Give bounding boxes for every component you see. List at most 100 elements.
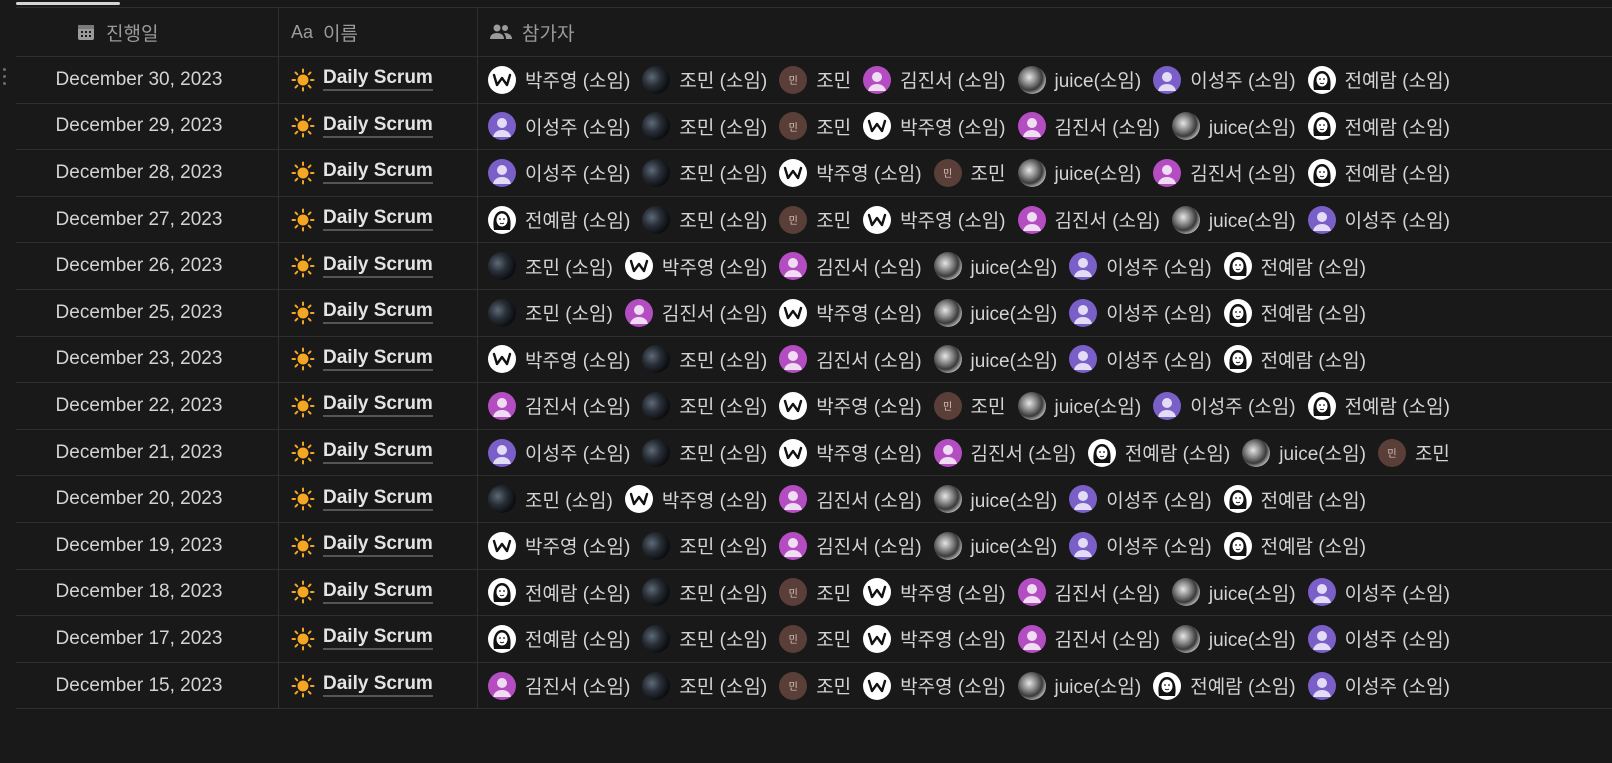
participant-tag[interactable]: 민 조민 [779, 671, 851, 700]
participant-tag[interactable]: 박주영 (소임) [488, 65, 630, 94]
participant-tag[interactable]: 전예람 (소임) [1307, 158, 1450, 187]
participants-cell[interactable]: 전예람 (소임) 조민 (소임) 민 조민 박주영 (소임) 김진서 (소임) juice(… [478, 197, 1612, 243]
participant-tag[interactable]: 김진서 (소임) [1017, 578, 1160, 607]
name-cell[interactable]: Daily Scrum [279, 196, 478, 243]
name-cell[interactable]: Daily Scrum [279, 243, 478, 289]
participant-tag[interactable]: juice(소임) [1171, 205, 1296, 234]
participant-tag[interactable]: 이성주 (소임) [1153, 391, 1296, 420]
name-cell[interactable]: Daily Scrum [279, 616, 478, 662]
participant-tag[interactable]: 김진서 (소임) [1017, 112, 1160, 141]
participant-tag[interactable]: 전예람 (소임) [488, 578, 630, 607]
column-header-date[interactable]: 진행일 [16, 8, 279, 56]
participant-tag[interactable]: 박주영 (소임) [863, 578, 1006, 607]
date-cell[interactable]: December 19, 2023 [16, 522, 279, 569]
page-title-link[interactable]: Daily Scrum [323, 208, 433, 232]
table-row[interactable]: December 23, 2023 Daily Scrum 박주영 (소임) 조민 (… [16, 336, 1612, 384]
participant-tag[interactable]: 조민 (소임) [642, 671, 767, 700]
participant-tag[interactable]: 전예람 (소임) [1307, 391, 1450, 420]
participant-tag[interactable]: 이성주 (소임) [1307, 578, 1450, 607]
participant-tag[interactable]: 이성주 (소임) [1069, 345, 1212, 374]
name-cell[interactable]: Daily Scrum [279, 383, 478, 429]
participant-tag[interactable]: 박주영 (소임) [863, 112, 1006, 141]
column-header-participants[interactable]: 참가자 [478, 8, 1612, 56]
page-title-link[interactable]: Daily Scrum [323, 580, 433, 604]
participant-tag[interactable]: 김진서 (소임) [863, 65, 1006, 94]
participant-tag[interactable]: juice(소임) [1171, 112, 1296, 141]
participant-tag[interactable]: 민 조민 [779, 205, 851, 234]
date-cell[interactable]: December 27, 2023 [16, 196, 279, 243]
participants-cell[interactable]: 박주영 (소임) 조민 (소임) 민 조민 김진서 (소임) juice(소임) 이성주 (… [478, 57, 1612, 103]
participant-tag[interactable]: 전예람 (소임) [1223, 298, 1366, 327]
participant-tag[interactable]: 박주영 (소임) [624, 252, 767, 281]
participant-tag[interactable]: juice(소임) [1017, 391, 1141, 420]
participant-tag[interactable]: 전예람 (소임) [1153, 671, 1296, 700]
participant-tag[interactable]: 민 조민 [779, 624, 851, 653]
participant-tag[interactable]: 조민 (소임) [488, 485, 613, 514]
participant-tag[interactable]: 박주영 (소임) [779, 438, 922, 467]
participant-tag[interactable]: 전예람 (소임) [1307, 112, 1450, 141]
participant-tag[interactable]: 김진서 (소임) [488, 671, 630, 700]
name-cell[interactable]: Daily Scrum [279, 57, 478, 103]
participant-tag[interactable]: 김진서 (소임) [1017, 624, 1160, 653]
date-cell[interactable]: December 18, 2023 [16, 569, 279, 616]
date-cell[interactable]: December 26, 2023 [16, 243, 279, 289]
table-row[interactable]: December 30, 2023 Daily Scrum 박주영 (소임) 조민 (… [16, 57, 1612, 104]
participant-tag[interactable]: 박주영 (소임) [779, 391, 922, 420]
page-title-link[interactable]: Daily Scrum [323, 534, 433, 558]
date-cell[interactable]: December 30, 2023 [16, 57, 279, 103]
participant-tag[interactable]: juice(소임) [1017, 158, 1141, 187]
page-title-link[interactable]: Daily Scrum [323, 674, 433, 698]
page-title-link[interactable]: Daily Scrum [323, 301, 433, 325]
date-cell[interactable]: December 28, 2023 [16, 150, 279, 196]
name-cell[interactable]: Daily Scrum [279, 150, 478, 196]
page-title-link[interactable]: Daily Scrum [323, 394, 433, 418]
participant-tag[interactable]: 조민 (소임) [642, 531, 767, 560]
participant-tag[interactable]: 이성주 (소임) [1153, 65, 1296, 94]
name-cell[interactable]: Daily Scrum [279, 522, 478, 569]
page-title-link[interactable]: Daily Scrum [323, 254, 433, 278]
participant-tag[interactable]: 이성주 (소임) [1069, 485, 1212, 514]
page-title-link[interactable]: Daily Scrum [323, 487, 433, 511]
date-cell[interactable]: December 23, 2023 [16, 336, 279, 383]
participant-tag[interactable]: 전예람 (소임) [1223, 485, 1366, 514]
participant-tag[interactable]: juice(소임) [933, 345, 1057, 374]
participant-tag[interactable]: 조민 (소임) [642, 112, 767, 141]
participant-tag[interactable]: 김진서 (소임) [779, 485, 922, 514]
table-row[interactable]: December 28, 2023 Daily Scrum 이성주 (소임) 조민 (… [16, 150, 1612, 197]
participant-tag[interactable]: 박주영 (소임) [863, 624, 1006, 653]
participant-tag[interactable]: 조민 (소임) [642, 624, 767, 653]
participant-tag[interactable]: 박주영 (소임) [488, 531, 630, 560]
page-title-link[interactable]: Daily Scrum [323, 68, 433, 92]
participant-tag[interactable]: juice(소임) [1017, 671, 1141, 700]
participant-tag[interactable]: juice(소임) [933, 252, 1057, 281]
participant-tag[interactable]: 김진서 (소임) [779, 531, 922, 560]
participant-tag[interactable]: 김진서 (소임) [1153, 158, 1296, 187]
table-row[interactable]: December 27, 2023 Daily Scrum 전예람 (소임) 조민 (… [16, 196, 1612, 244]
participant-tag[interactable]: juice(소임) [933, 298, 1057, 327]
participant-tag[interactable]: 이성주 (소임) [488, 438, 630, 467]
participant-tag[interactable]: 조민 (소임) [642, 65, 767, 94]
participant-tag[interactable]: 이성주 (소임) [1307, 671, 1450, 700]
participants-cell[interactable]: 이성주 (소임) 조민 (소임) 박주영 (소임) 민 조민 juice(소임) 김진서 (… [478, 150, 1612, 196]
participant-tag[interactable]: 김진서 (소임) [488, 391, 630, 420]
participant-tag[interactable]: 조민 (소임) [642, 158, 767, 187]
participant-tag[interactable]: juice(소임) [1171, 578, 1296, 607]
participant-tag[interactable]: 전예람 (소임) [488, 205, 630, 234]
participant-tag[interactable]: 박주영 (소임) [488, 345, 630, 374]
name-cell[interactable]: Daily Scrum [279, 429, 478, 476]
table-row[interactable]: December 25, 2023 Daily Scrum 조민 (소임) 김진서 (… [16, 289, 1612, 337]
participant-tag[interactable]: 이성주 (소임) [1069, 531, 1212, 560]
participant-tag[interactable]: 전예람 (소임) [1223, 531, 1366, 560]
name-cell[interactable]: Daily Scrum [279, 662, 478, 709]
participant-tag[interactable]: 조민 (소임) [642, 578, 767, 607]
participant-tag[interactable]: 민 조민 [779, 578, 851, 607]
participant-tag[interactable]: 박주영 (소임) [779, 298, 922, 327]
page-title-link[interactable]: Daily Scrum [323, 114, 433, 138]
table-row[interactable]: December 17, 2023 Daily Scrum 전예람 (소임) 조민 (… [16, 616, 1612, 663]
participants-cell[interactable]: 박주영 (소임) 조민 (소임) 김진서 (소임) juice(소임) 이성주 (소임)… [478, 337, 1612, 383]
participant-tag[interactable]: 조민 (소임) [642, 205, 767, 234]
participant-tag[interactable]: 김진서 (소임) [779, 345, 922, 374]
table-row[interactable]: December 19, 2023 Daily Scrum 박주영 (소임) 조민 (… [16, 522, 1612, 570]
date-cell[interactable]: December 20, 2023 [16, 476, 279, 522]
participant-tag[interactable]: 박주영 (소임) [624, 485, 767, 514]
